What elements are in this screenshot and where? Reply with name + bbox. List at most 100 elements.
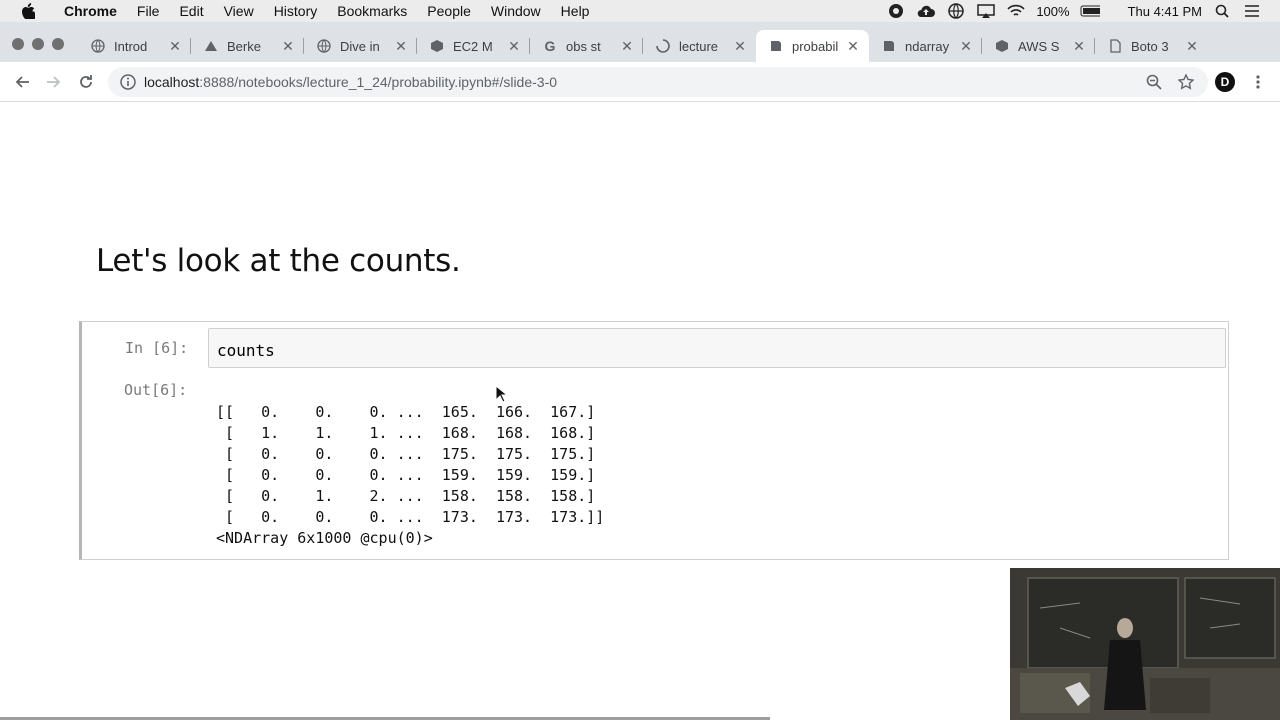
tab-probability[interactable]: probabil ✕	[756, 30, 869, 62]
chrome-menu-icon[interactable]	[1248, 72, 1268, 92]
tab-title: Introd	[114, 38, 148, 54]
zoom-icon[interactable]	[1144, 72, 1164, 92]
output-prompt: Out[6]:	[124, 381, 188, 399]
menu-history[interactable]: History	[264, 3, 328, 19]
close-tab-icon[interactable]: ✕	[167, 38, 183, 54]
tab-introd[interactable]: Introd ✕	[78, 30, 191, 62]
code-cell[interactable]: In [6]: counts Out[6]: [[ 0. 0. 0. ... 1…	[79, 321, 1229, 560]
google-icon: G	[544, 38, 556, 54]
webcam-overlay	[1010, 568, 1280, 720]
tab-title: probabil	[792, 38, 839, 54]
output-line: [ 0. 0. 0. ... 173. 173. 173.]]	[216, 508, 605, 526]
slide-heading: Let's look at the counts.	[96, 243, 461, 279]
output-line: [ 0. 0. 0. ... 159. 159. 159.]	[216, 466, 596, 484]
output-line: [ 0. 0. 0. ... 175. 175. 175.]	[216, 445, 596, 463]
forward-button[interactable]	[44, 72, 64, 92]
code-input-area[interactable]: counts	[208, 328, 1226, 368]
menu-people[interactable]: People	[417, 3, 481, 19]
close-tab-icon[interactable]: ✕	[393, 38, 409, 54]
browser-tab-strip: Introd ✕ Berke ✕ Dive in ✕ EC2 M ✕ G obs…	[0, 22, 1280, 82]
webcam-video-image	[1010, 568, 1280, 720]
tab-list: Introd ✕ Berke ✕ Dive in ✕ EC2 M ✕ G obs…	[78, 30, 1208, 62]
back-button[interactable]	[12, 72, 32, 92]
output-line: [ 1. 1. 1. ... 168. 168. 168.]	[216, 424, 596, 442]
tab-aws-s[interactable]: AWS S ✕	[982, 30, 1095, 62]
tab-ndarray[interactable]: ndarray ✕	[869, 30, 982, 62]
close-tab-icon[interactable]: ✕	[845, 38, 861, 54]
reload-button[interactable]	[76, 72, 96, 92]
cell-output: [[ 0. 0. 0. ... 165. 166. 167.] [ 1. 1. …	[216, 402, 604, 549]
close-window-button[interactable]	[12, 38, 24, 50]
code-text: counts	[217, 341, 275, 360]
tab-title: Boto 3	[1131, 38, 1169, 54]
close-tab-icon[interactable]: ✕	[958, 38, 974, 54]
battery-percent: 100%	[1036, 3, 1070, 19]
menu-bookmarks[interactable]: Bookmarks	[327, 3, 417, 19]
berkeley-icon	[203, 38, 219, 54]
forward-arrow-icon	[47, 76, 61, 88]
wifi-icon[interactable]	[1006, 3, 1026, 19]
output-line: [ 0. 1. 2. ... 158. 158. 158.]	[216, 487, 596, 505]
close-tab-icon[interactable]: ✕	[280, 38, 296, 54]
menubar-status-area: 100% Thu 4:41 PM	[886, 0, 1280, 22]
tab-title: AWS S	[1018, 38, 1060, 54]
globe-menu-icon[interactable]	[946, 3, 966, 19]
input-prompt: In [6]:	[125, 339, 189, 357]
minimize-window-button[interactable]	[32, 38, 44, 50]
tab-berkeley[interactable]: Berke ✕	[191, 30, 304, 62]
menu-help[interactable]: Help	[551, 3, 600, 19]
url-path: :8888/notebooks/lecture_1_24/probability…	[199, 74, 558, 90]
address-bar[interactable]: localhost:8888/notebooks/lecture_1_24/pr…	[108, 67, 1208, 97]
info-icon[interactable]	[120, 74, 136, 90]
menu-file[interactable]: File	[127, 3, 170, 19]
battery-icon[interactable]	[1080, 3, 1100, 19]
close-tab-icon[interactable]: ✕	[1071, 38, 1087, 54]
tab-ec2[interactable]: EC2 M ✕	[417, 30, 530, 62]
close-tab-icon[interactable]: ✕	[1184, 38, 1200, 54]
aws-icon	[994, 38, 1010, 54]
globe-icon	[90, 38, 106, 54]
window-controls	[12, 38, 64, 50]
mouse-cursor-icon	[495, 385, 507, 403]
apple-icon[interactable]	[18, 3, 38, 19]
tab-title: Berke	[227, 38, 261, 54]
tab-title: Dive in	[340, 38, 380, 54]
tab-title: EC2 M	[453, 38, 493, 54]
output-line: [[ 0. 0. 0. ... 165. 166. 167.]	[216, 403, 596, 421]
bookmark-star-icon[interactable]	[1176, 72, 1196, 92]
notebook-icon	[768, 38, 784, 54]
profile-avatar[interactable]: D	[1215, 72, 1235, 92]
menu-view[interactable]: View	[214, 3, 264, 19]
menu-window[interactable]: Window	[481, 3, 551, 19]
close-tab-icon[interactable]: ✕	[619, 38, 635, 54]
spotlight-search-icon[interactable]	[1212, 3, 1232, 19]
airplay-icon[interactable]	[976, 3, 996, 19]
cloud-upload-icon[interactable]	[916, 3, 936, 19]
url-host: localhost	[144, 74, 200, 90]
browser-toolbar: localhost:8888/notebooks/lecture_1_24/pr…	[0, 62, 1280, 102]
doc-icon	[1107, 38, 1123, 54]
menu-chrome[interactable]: Chrome	[54, 3, 127, 19]
menu-edit[interactable]: Edit	[169, 3, 213, 19]
close-tab-icon[interactable]: ✕	[732, 38, 748, 54]
aws-icon	[429, 38, 445, 54]
close-tab-icon[interactable]: ✕	[506, 38, 522, 54]
maximize-window-button[interactable]	[52, 38, 64, 50]
tab-title: obs st	[566, 38, 601, 54]
tab-boto3[interactable]: Boto 3 ✕	[1095, 30, 1208, 62]
output-line: <NDArray 6x1000 @cpu(0)>	[216, 529, 433, 547]
menubar-clock[interactable]: Thu 4:41 PM	[1128, 4, 1202, 19]
loading-icon	[655, 38, 671, 54]
tab-title: ndarray	[905, 38, 950, 54]
notification-center-icon[interactable]	[1242, 3, 1262, 19]
tab-dive-in[interactable]: Dive in ✕	[304, 30, 417, 62]
globe-icon	[316, 38, 332, 54]
reload-icon	[80, 75, 92, 88]
creative-cloud-icon[interactable]	[886, 3, 906, 19]
macos-menu-bar: Chrome File Edit View History Bookmarks …	[0, 0, 1280, 22]
tab-lecture[interactable]: lecture ✕	[643, 30, 756, 62]
tab-title: lecture	[679, 38, 719, 54]
tab-obs[interactable]: G obs st ✕	[530, 30, 643, 62]
url-text: localhost:8888/notebooks/lecture_1_24/pr…	[144, 74, 557, 90]
back-arrow-icon	[15, 76, 29, 88]
